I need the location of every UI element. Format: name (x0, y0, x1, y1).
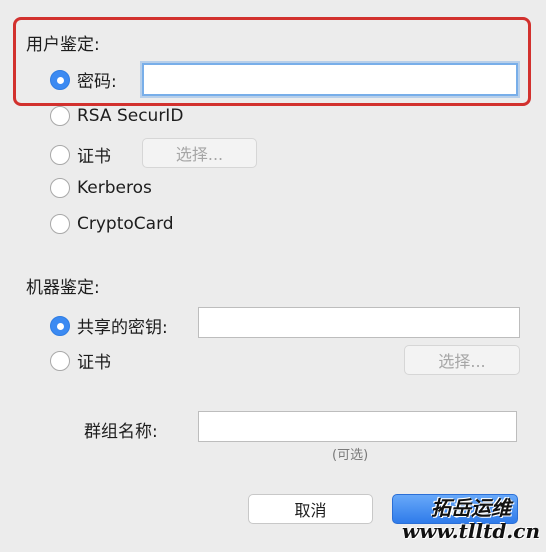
machine-certificate-select-button[interactable]: 选择... (404, 345, 520, 375)
radio-button-selected-icon[interactable] (50, 69, 70, 90)
radio-label-cryptocard: CryptoCard (77, 214, 174, 234)
radio-button-icon[interactable] (50, 144, 70, 165)
radio-rsa-securid[interactable]: RSA SecurID (50, 106, 183, 126)
radio-cryptocard[interactable]: CryptoCard (50, 214, 174, 234)
machine-auth-label: 机器鉴定: (26, 278, 100, 298)
radio-button-icon[interactable] (50, 178, 70, 198)
group-name-field[interactable] (198, 411, 517, 442)
group-name-label: 群组名称: (84, 422, 158, 442)
radio-label-shared-secret: 共享的密钥: (77, 318, 168, 338)
user-auth-label: 用户鉴定: (26, 35, 100, 55)
radio-password[interactable]: 密码: (50, 67, 117, 92)
watermark-line2: www.tlltd.cn (402, 519, 540, 543)
radio-label-password: 密码: (77, 72, 117, 92)
radio-user-certificate[interactable]: 证书 (50, 142, 111, 167)
radio-button-icon[interactable] (50, 214, 70, 234)
password-field[interactable] (142, 63, 518, 96)
shared-secret-field[interactable] (198, 307, 520, 338)
radio-label-rsa: RSA SecurID (77, 106, 184, 126)
radio-label-certificate: 证书 (77, 147, 111, 167)
radio-label-kerberos: Kerberos (77, 178, 152, 198)
radio-button-selected-icon[interactable] (50, 315, 70, 336)
watermark: 拓岳运维 www.tlltd.cn (402, 497, 540, 543)
radio-machine-certificate[interactable]: 证书 (50, 348, 111, 373)
watermark-line1: 拓岳运维 (431, 496, 512, 520)
radio-button-icon[interactable] (50, 350, 70, 371)
optional-hint: (可选) (332, 448, 369, 463)
user-certificate-select-button[interactable]: 选择... (142, 138, 257, 168)
radio-button-icon[interactable] (50, 106, 70, 126)
radio-label-machine-certificate: 证书 (77, 353, 111, 373)
radio-kerberos[interactable]: Kerberos (50, 178, 152, 198)
radio-shared-secret[interactable]: 共享的密钥: (50, 313, 168, 338)
cancel-button[interactable]: 取消 (248, 494, 373, 524)
